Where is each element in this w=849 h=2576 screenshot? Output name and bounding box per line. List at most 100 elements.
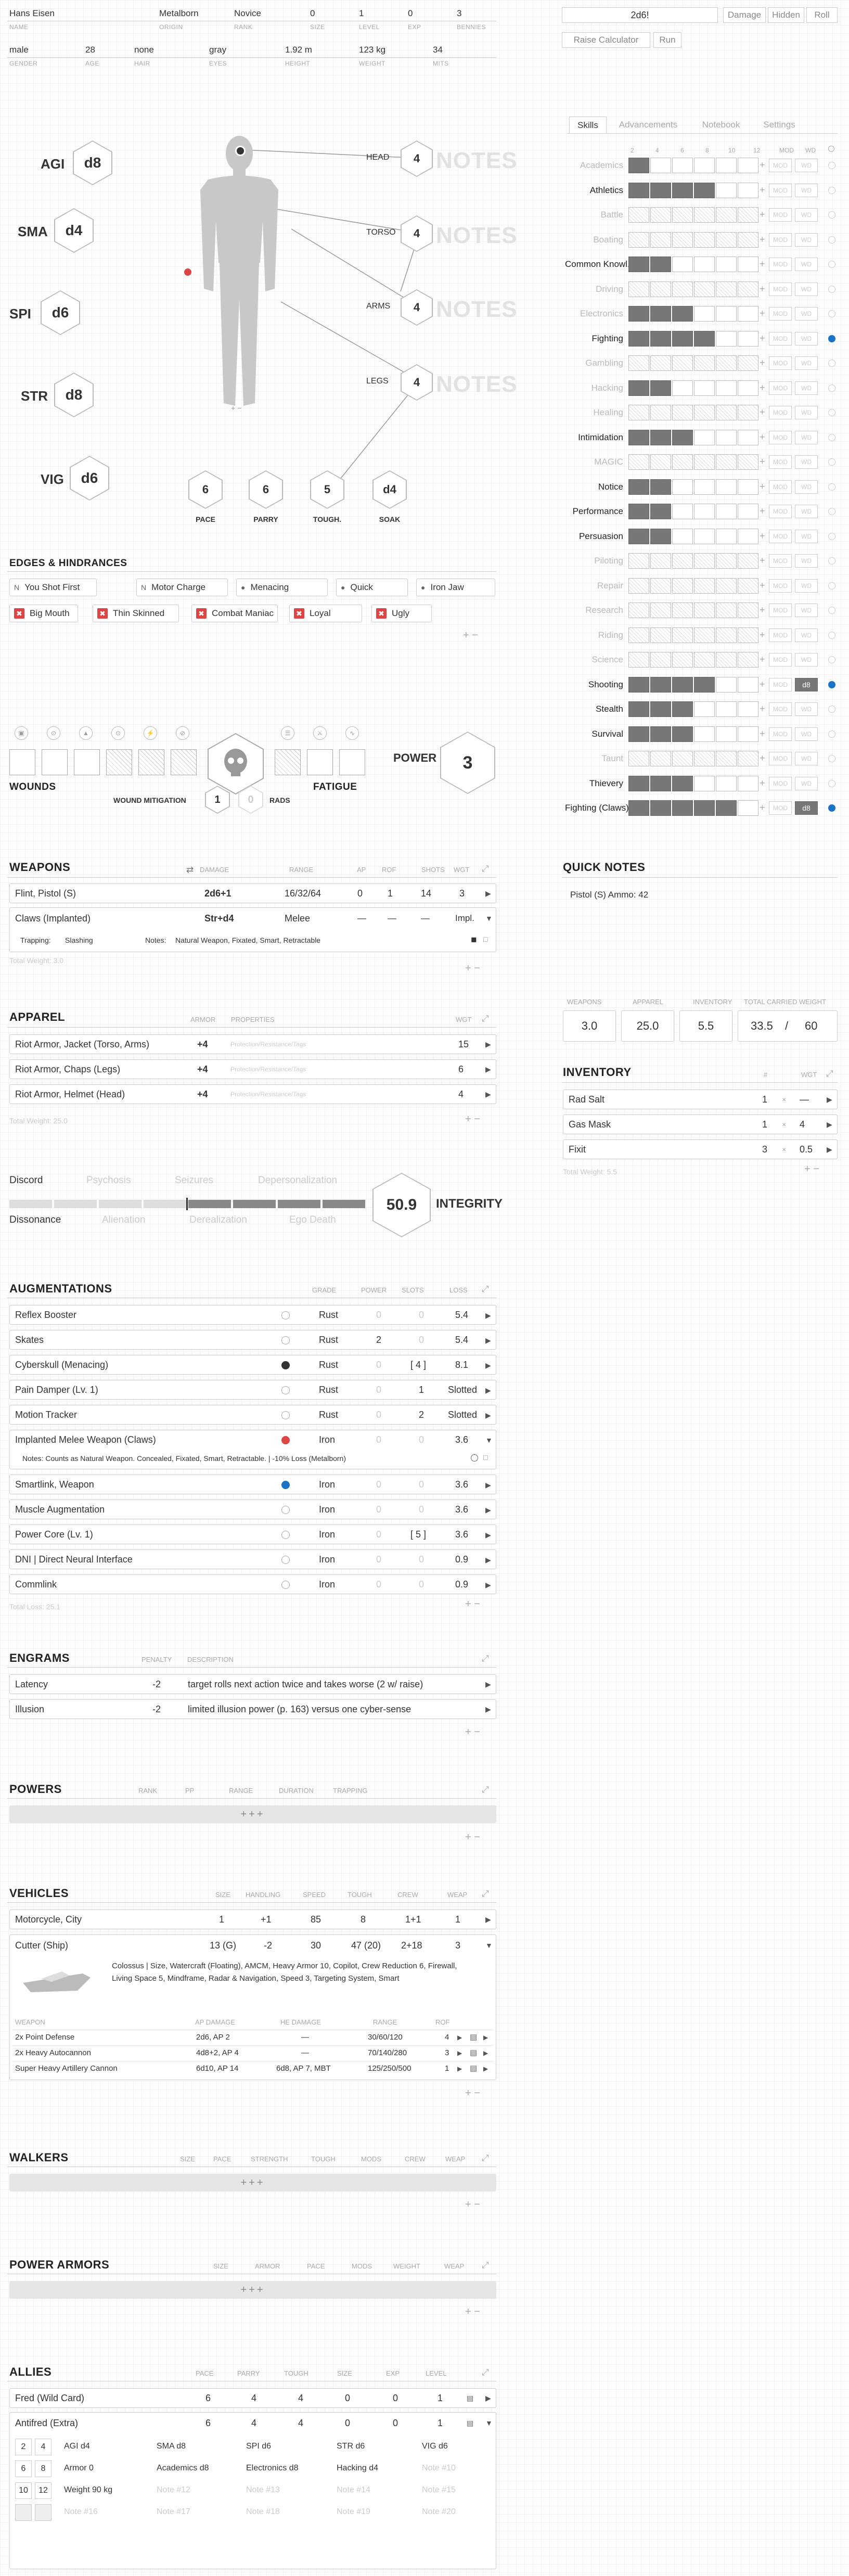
tab-notebook[interactable]: Notebook [690,117,752,133]
skill-die-box[interactable] [694,281,715,297]
skill-die-box[interactable] [650,479,671,495]
skill-mod-input[interactable]: MOD [769,554,792,568]
skill-die-box[interactable] [694,207,715,223]
expand-icon[interactable]: ⤢ [482,1785,489,1795]
skill-die-box[interactable] [694,504,715,519]
skill-die-box[interactable] [650,281,671,297]
skill-die-box[interactable] [672,454,693,470]
skill-die-box[interactable] [738,603,758,618]
skill-mod-input[interactable]: MOD [769,233,792,247]
inventory-row[interactable]: Gas Mask 1 × 4 ▶ [563,1114,838,1134]
skill-die-box[interactable] [716,158,737,173]
skill-mod-input[interactable]: MOD [769,653,792,667]
skill-wd-input[interactable]: WD [795,356,818,370]
augmentation-row[interactable]: Reflex Booster Rust 0 0 5.4 ▶ [9,1305,496,1325]
skill-die-box[interactable] [738,776,758,791]
skill-name[interactable]: Taunt [565,753,623,764]
skill-die-box[interactable] [694,257,715,272]
skill-mod-input[interactable]: MOD [769,406,792,419]
skill-plus-icon[interactable]: + [760,209,765,220]
skill-die-box[interactable] [672,232,693,248]
chevron-right-icon[interactable]: ▶ [485,1556,491,1565]
expand-icon[interactable]: ⤢ [826,1069,833,1079]
skill-name[interactable]: Stealth [565,704,623,714]
skill-die-box[interactable] [672,380,693,396]
skill-die-box[interactable] [716,751,737,766]
skill-wd-input[interactable]: WD [795,455,818,469]
apparel-properties[interactable]: Protection/Resistance/Tags [230,1041,306,1048]
skill-linked-dot[interactable] [828,385,835,392]
skill-name[interactable]: Intimidation [565,432,623,443]
skill-linked-dot[interactable] [828,804,835,812]
skill-plus-icon[interactable]: + [760,284,765,294]
skill-die-box[interactable] [672,331,693,347]
body-part-notes[interactable]: NOTES [436,223,518,249]
skill-linked-dot[interactable] [828,335,835,342]
skill-wd-input[interactable]: WD [795,752,818,765]
skill-plus-icon[interactable]: + [760,580,765,591]
skill-die-box[interactable] [738,257,758,272]
skill-die-box[interactable] [628,207,649,223]
skill-plus-icon[interactable]: + [760,506,765,517]
skill-wd-input[interactable]: WD [795,406,818,419]
skill-die-box[interactable] [716,306,737,322]
skill-wd-input[interactable]: WD [795,258,818,271]
skill-plus-icon[interactable]: + [760,333,765,344]
skill-die-box[interactable] [694,776,715,791]
age-value[interactable]: 28 [85,45,95,55]
tab-advancements[interactable]: Advancements [608,117,689,133]
augmentation-status-dot[interactable] [281,1386,290,1394]
skill-die-box[interactable] [650,355,671,371]
skill-die-box[interactable] [650,529,671,544]
augmentation-status-dot[interactable] [281,1506,290,1514]
skill-die-box[interactable] [738,578,758,594]
skill-die-box[interactable] [694,652,715,668]
weapons-add-remove[interactable]: + − [465,963,480,975]
skill-die-box[interactable] [694,726,715,742]
skill-die-box[interactable] [650,603,671,618]
skill-plus-icon[interactable]: + [760,259,765,270]
skill-linked-dot[interactable] [828,681,835,688]
skill-linked-dot[interactable] [828,533,835,540]
skill-die-box[interactable] [672,553,693,569]
skill-plus-icon[interactable]: + [760,778,765,789]
skill-die-box[interactable] [628,405,649,420]
skill-die-box[interactable] [628,603,649,618]
skill-die-box[interactable] [628,281,649,297]
augmentation-status-dot[interactable] [281,1581,290,1589]
skill-linked-dot[interactable] [828,508,835,515]
skill-name[interactable]: Battle [565,210,623,220]
mits-value[interactable]: 34 [433,45,443,55]
skill-die-box[interactable] [628,578,649,594]
ally-detail-cell[interactable]: Note #14 [337,2485,370,2495]
augmentation-status-dot[interactable] [281,1556,290,1564]
chevron-right-icon[interactable]: ▶ [485,1531,491,1540]
skill-wd-input[interactable]: d8 [795,801,818,815]
skill-die-box[interactable] [716,603,737,618]
hindrance-chip[interactable]: ✖ Thin Skinned [93,605,179,622]
skill-die-box[interactable] [672,281,693,297]
ally-detail-cell[interactable]: Armor 0 [64,2464,94,2473]
expand-icon[interactable]: ⤢ [482,1654,489,1664]
chevron-right-icon[interactable]: ▶ [827,1145,832,1154]
skill-name[interactable]: Research [565,605,623,616]
skill-wd-input[interactable]: WD [795,381,818,395]
tab-skills[interactable]: Skills [569,117,607,133]
skill-die-box[interactable] [694,405,715,420]
augmentation-row[interactable]: Implanted Melee Weapon (Claws) Iron 0 0 3.6 ▼… [9,1430,496,1469]
integrity-hex[interactable]: 50.9 [372,1173,431,1237]
inventory-row[interactable]: Fixit 3 × 0.5 ▶ [563,1139,838,1159]
skill-die-box[interactable] [716,207,737,223]
skill-wd-input[interactable]: WD [795,777,818,790]
skill-die-box[interactable] [738,677,758,693]
augmentation-status-dot[interactable] [281,1436,290,1444]
apparel-row[interactable]: Riot Armor, Jacket (Torso, Arms) +4 Protec… [9,1034,496,1054]
tab-settings[interactable]: Settings [753,117,805,133]
edges-add-remove[interactable]: + − [463,630,478,642]
augmentations-add-remove[interactable]: + − [465,1598,480,1610]
skill-wd-input[interactable]: WD [795,727,818,741]
skill-linked-dot[interactable] [828,286,835,293]
roll-button[interactable]: Roll [806,7,838,23]
skill-plus-icon[interactable]: + [760,802,765,813]
vehicle-weapon-row[interactable]: 2x Heavy Autocannon 4d8+2, AP 4 — 70/140/28… [12,2045,494,2060]
